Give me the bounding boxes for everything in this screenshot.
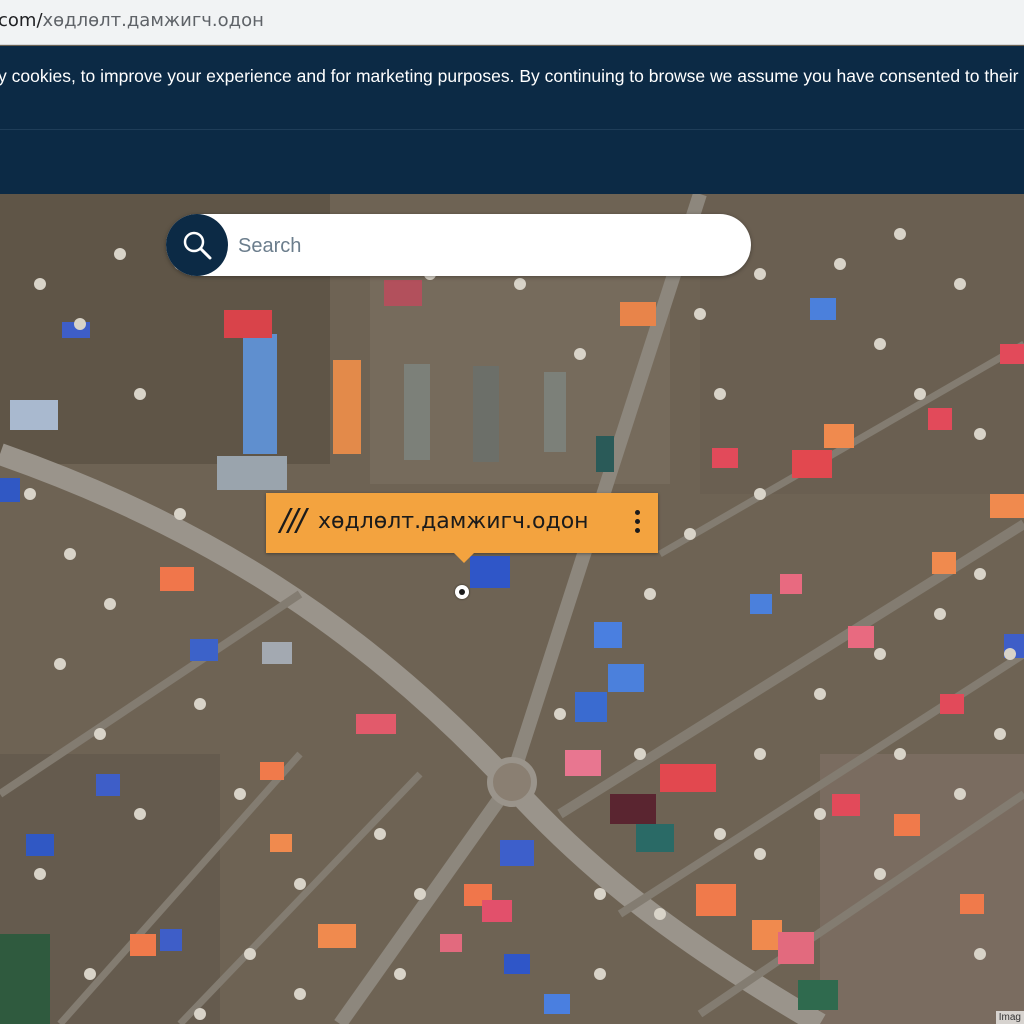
search-icon	[183, 231, 212, 260]
banner-divider	[0, 129, 1024, 130]
search-bar[interactable]	[166, 214, 751, 276]
slashes-logo: ///	[280, 503, 306, 538]
label-pointer	[454, 553, 474, 563]
map-attribution: Imag	[995, 1011, 1024, 1024]
satellite-map[interactable]: Imag	[0, 194, 1024, 1024]
satellite-imagery	[0, 194, 1024, 1024]
cookie-banner: y cookies, to improve your experience an…	[0, 46, 1024, 194]
location-label[interactable]: /// хөдлөлт.дамжигч.одон	[266, 493, 658, 563]
address-bar[interactable]: com/хөдлөлт.дамжигч.одон	[0, 0, 1024, 45]
url-path: хөдлөлт.дамжигч.одон	[42, 10, 264, 31]
search-button[interactable]	[166, 214, 228, 276]
three-word-address: хөдлөлт.дамжигч.одон	[318, 509, 589, 534]
url-host: com/	[0, 10, 43, 31]
cookie-banner-text: y cookies, to improve your experience an…	[0, 66, 1024, 86]
url-text[interactable]: com/хөдлөлт.дамжигч.одон	[0, 10, 264, 31]
location-pin-icon[interactable]	[455, 585, 469, 599]
more-vertical-icon[interactable]	[632, 507, 642, 539]
search-input[interactable]	[236, 228, 730, 264]
